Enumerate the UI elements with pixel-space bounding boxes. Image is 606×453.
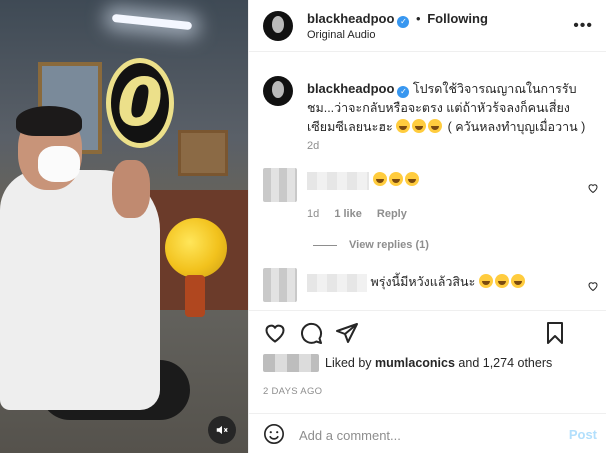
- laughing-emoji-icon: [478, 274, 493, 288]
- laughing-emoji-icon: [372, 172, 387, 187]
- likes-summary: Liked by mumlaconics and 1,274 others: [263, 354, 552, 372]
- comment-input[interactable]: [299, 426, 549, 444]
- author-avatar[interactable]: [263, 11, 293, 41]
- comment-username-blurred[interactable]: [307, 273, 367, 292]
- liker-avatars-blurred[interactable]: [263, 354, 319, 372]
- view-replies-button[interactable]: View replies (1): [313, 239, 429, 251]
- person-hand: [112, 160, 150, 218]
- post-comment-button[interactable]: Post: [569, 427, 597, 442]
- verified-badge-icon: ✓: [397, 16, 410, 28]
- caption-note: ( ควันหลงทำบุญเมื่อวาน ): [447, 120, 586, 134]
- following-button[interactable]: Following: [427, 11, 488, 26]
- laughing-emoji-icon: [510, 274, 525, 288]
- vase: [185, 275, 205, 317]
- view-replies-label: View replies (1): [349, 239, 429, 251]
- bookmark-icon[interactable]: [543, 321, 567, 345]
- audio-link[interactable]: Original Audio: [307, 29, 376, 41]
- laughing-emoji-icon: [412, 119, 427, 133]
- post-actions-bar: [249, 310, 606, 350]
- verified-badge-icon: ✓: [397, 86, 410, 98]
- author-username[interactable]: blackheadpoo: [307, 11, 394, 26]
- replies-divider: [313, 244, 337, 246]
- likes-prefix: Liked by: [325, 356, 372, 370]
- heart-icon[interactable]: [263, 321, 287, 345]
- comment-item: พรุ่งนี้มีหวังแล้วสินะ: [263, 268, 599, 304]
- comment-heart-icon[interactable]: [587, 280, 599, 292]
- comment-reply-button[interactable]: Reply: [377, 208, 407, 220]
- comment-avatar-blurred[interactable]: [263, 168, 297, 202]
- comment-item: 1d 1 like Reply: [263, 168, 599, 228]
- person-hair: [16, 106, 82, 136]
- post-age: 2 DAYS AGO: [263, 386, 323, 397]
- comment-like-count[interactable]: 1 like: [334, 208, 362, 220]
- separator-dot: •: [416, 11, 421, 26]
- comment-avatar-blurred[interactable]: [263, 268, 297, 302]
- likes-count[interactable]: and 1,274 others: [458, 356, 552, 370]
- comment-username-blurred[interactable]: [307, 172, 369, 190]
- add-comment-bar: Post: [249, 413, 606, 453]
- share-icon[interactable]: [335, 321, 359, 345]
- wall-frame: [178, 130, 228, 176]
- post-media[interactable]: 0: [0, 0, 248, 453]
- laughing-emoji-icon: [428, 119, 443, 133]
- comment-text: พรุ่งนี้มีหวังแล้วสินะ: [370, 275, 476, 289]
- comment-icon[interactable]: [299, 321, 323, 345]
- laughing-emoji-icon: [404, 172, 419, 187]
- laughing-emoji-icon: [388, 172, 403, 187]
- post-sidebar: blackheadpoo ✓ • Following Original Audio…: [248, 0, 606, 453]
- mute-icon: [216, 425, 228, 435]
- liker-username[interactable]: mumlaconics: [375, 356, 455, 370]
- caption-avatar[interactable]: [263, 76, 293, 106]
- laughing-emoji-icon: [396, 119, 411, 133]
- flower-bouquet: [165, 218, 227, 278]
- face-mask: [38, 146, 80, 182]
- comment-timestamp: 1d: [307, 208, 320, 220]
- comment-heart-icon[interactable]: [587, 182, 599, 194]
- overlay-sticker: 0: [106, 58, 174, 148]
- laughing-emoji-icon: [494, 274, 509, 288]
- more-options-icon[interactable]: •••: [573, 17, 593, 35]
- overlay-sticker-text: 0: [117, 64, 163, 141]
- caption-timestamp: 2d: [307, 140, 320, 152]
- post-header: blackheadpoo ✓ • Following Original Audio…: [249, 0, 606, 52]
- emoji-icon[interactable]: [263, 423, 285, 445]
- mute-button[interactable]: [208, 416, 236, 444]
- caption-username[interactable]: blackheadpoo: [307, 81, 394, 96]
- caption-text: blackheadpoo ✓ โปรดใช้วิจารณญาณในการรับชม…: [307, 79, 599, 137]
